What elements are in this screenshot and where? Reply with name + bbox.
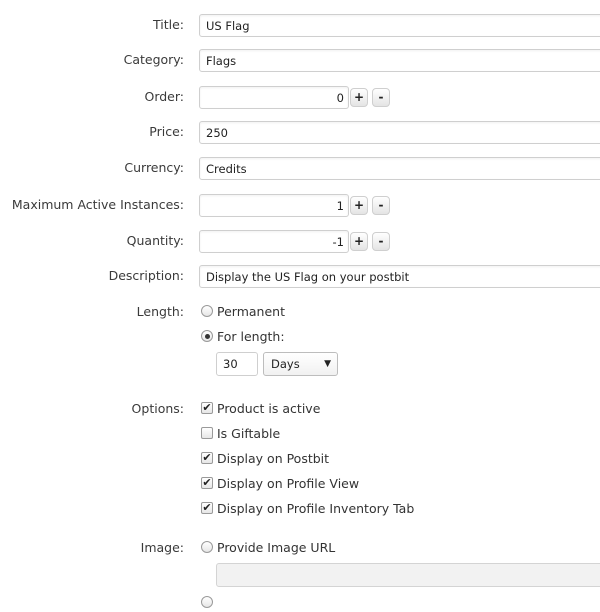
order-label: Order: [144,89,184,104]
option-label: Product is active [217,401,321,416]
image-url-input[interactable] [216,563,600,587]
option-label: Display on Profile Inventory Tab [217,501,415,516]
length-permanent-label: Permanent [217,304,285,319]
image-url-label: Provide Image URL [217,540,336,555]
length-permanent-radio[interactable] [201,305,213,317]
description-input[interactable] [199,265,600,288]
checkbox-display-profile-inventory[interactable]: ✔ [201,502,213,514]
price-input[interactable] [199,121,600,144]
option-label: Is Giftable [217,426,281,441]
checkbox-display-profile-view[interactable]: ✔ [201,477,213,489]
currency-input[interactable] [199,157,600,180]
max-instances-increment-button[interactable]: + [350,196,368,215]
quantity-input[interactable] [199,230,349,253]
title-input[interactable] [199,14,600,37]
max-instances-label: Maximum Active Instances: [11,197,184,212]
price-label: Price: [149,124,184,139]
order-decrement-button[interactable]: - [372,88,390,107]
checkbox-display-postbit[interactable]: ✔ [201,452,213,464]
checkbox-product-active[interactable]: ✔ [201,402,213,414]
option-label: Display on Postbit [217,451,330,466]
length-amount-input[interactable]: 30 [216,352,258,376]
chevron-down-icon: ▼ [324,359,331,369]
order-increment-button[interactable]: + [350,88,368,107]
currency-label: Currency: [124,160,184,175]
title-label: Title: [153,17,184,32]
quantity-label: Quantity: [126,233,184,248]
checkbox-is-giftable[interactable] [201,427,213,439]
category-label: Category: [123,52,184,67]
length-unit-value: Days [271,357,300,371]
category-input[interactable] [199,49,600,72]
max-instances-input[interactable] [199,194,349,217]
quantity-increment-button[interactable]: + [350,232,368,251]
length-label: Length: [136,304,184,319]
option-label: Display on Profile View [217,476,360,491]
max-instances-decrement-button[interactable]: - [372,196,390,215]
length-for-length-radio[interactable] [201,330,213,342]
description-label: Description: [108,268,184,283]
order-input[interactable] [199,86,349,109]
options-label: Options: [131,401,184,416]
image-label: Image: [140,540,184,555]
image-upload-radio[interactable] [201,596,213,608]
length-unit-select[interactable]: Days ▼ [263,352,338,376]
quantity-decrement-button[interactable]: - [372,232,390,251]
length-for-length-label: For length: [217,329,285,344]
image-url-radio[interactable] [201,541,213,553]
